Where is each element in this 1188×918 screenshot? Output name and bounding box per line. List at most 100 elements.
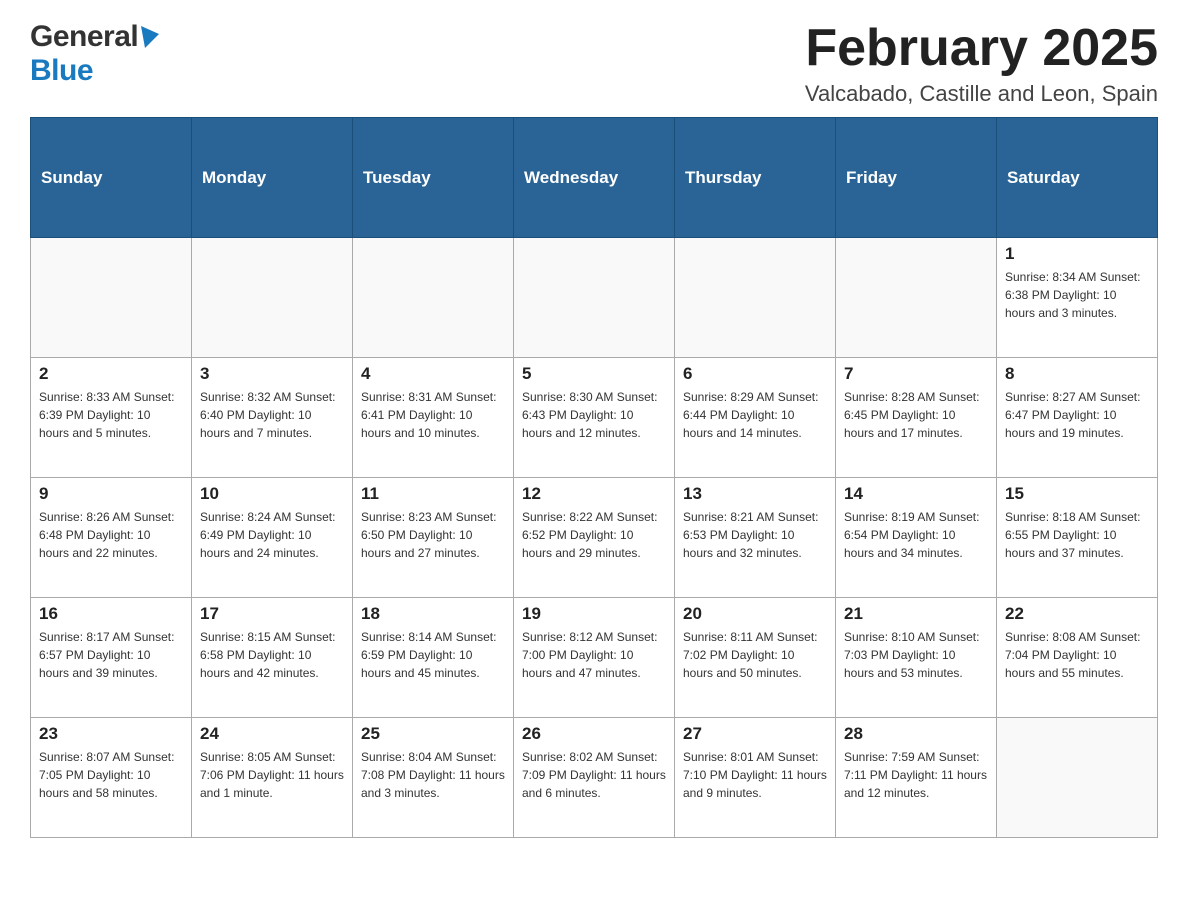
day-info: Sunrise: 8:04 AM Sunset: 7:08 PM Dayligh… <box>361 748 505 802</box>
calendar-cell-w4-d4: 27 Sunrise: 8:01 AM Sunset: 7:10 PM Dayli… <box>675 718 836 838</box>
day-number: 17 <box>200 604 344 624</box>
calendar-subtitle: Valcabado, Castille and Leon, Spain <box>805 81 1158 107</box>
day-number: 15 <box>1005 484 1149 504</box>
day-number: 12 <box>522 484 666 504</box>
day-number: 22 <box>1005 604 1149 624</box>
logo-blue-text: Blue <box>30 54 93 87</box>
day-number: 2 <box>39 364 183 384</box>
calendar-cell-w4-d5: 28Sunrise: 7:59 AM Sunset: 7:11 PM Dayli… <box>836 718 997 838</box>
day-number: 5 <box>522 364 666 384</box>
calendar-cell-w1-d6: 8 Sunrise: 8:27 AM Sunset: 6:47 PM Daylig… <box>997 358 1158 478</box>
day-number: 27 <box>683 724 827 744</box>
calendar-cell-w4-d0: 23 Sunrise: 8:07 AM Sunset: 7:05 PM Dayli… <box>31 718 192 838</box>
day-info: Sunrise: 8:02 AM Sunset: 7:09 PM Dayligh… <box>522 748 666 802</box>
day-info: Sunrise: 8:21 AM Sunset: 6:53 PM Dayligh… <box>683 508 827 562</box>
day-info: Sunrise: 8:31 AM Sunset: 6:41 PM Dayligh… <box>361 388 505 442</box>
logo: General Blue <box>30 20 159 88</box>
calendar-cell-w1-d0: 2 Sunrise: 8:33 AM Sunset: 6:39 PM Daylig… <box>31 358 192 478</box>
calendar-cell-w3-d4: 20 Sunrise: 8:11 AM Sunset: 7:02 PM Dayli… <box>675 598 836 718</box>
day-number: 14 <box>844 484 988 504</box>
calendar-cell-w3-d0: 16Sunrise: 8:17 AM Sunset: 6:57 PM Dayli… <box>31 598 192 718</box>
day-number: 18 <box>361 604 505 624</box>
day-number: 8 <box>1005 364 1149 384</box>
calendar-cell-w0-d3 <box>514 238 675 358</box>
calendar-cell-w0-d6: 1 Sunrise: 8:34 AM Sunset: 6:38 PM Daylig… <box>997 238 1158 358</box>
calendar-cell-w2-d3: 12 Sunrise: 8:22 AM Sunset: 6:52 PM Dayli… <box>514 478 675 598</box>
calendar-cell-w4-d2: 25 Sunrise: 8:04 AM Sunset: 7:08 PM Dayli… <box>353 718 514 838</box>
calendar-cell-w3-d3: 19 Sunrise: 8:12 AM Sunset: 7:00 PM Dayli… <box>514 598 675 718</box>
calendar-cell-w0-d1 <box>192 238 353 358</box>
day-number: 20 <box>683 604 827 624</box>
day-info: Sunrise: 8:24 AM Sunset: 6:49 PM Dayligh… <box>200 508 344 562</box>
day-number: 9 <box>39 484 183 504</box>
day-info: Sunrise: 8:08 AM Sunset: 7:04 PM Dayligh… <box>1005 628 1149 682</box>
day-info: Sunrise: 8:30 AM Sunset: 6:43 PM Dayligh… <box>522 388 666 442</box>
day-info: Sunrise: 8:07 AM Sunset: 7:05 PM Dayligh… <box>39 748 183 802</box>
calendar-cell-w2-d5: 14 Sunrise: 8:19 AM Sunset: 6:54 PM Dayli… <box>836 478 997 598</box>
day-info: Sunrise: 8:19 AM Sunset: 6:54 PM Dayligh… <box>844 508 988 562</box>
calendar-cell-w4-d1: 24 Sunrise: 8:05 AM Sunset: 7:06 PM Dayli… <box>192 718 353 838</box>
day-number: 19 <box>522 604 666 624</box>
header-thursday: Thursday <box>675 118 836 238</box>
calendar-title: February 2025 <box>805 20 1158 77</box>
day-number: 24 <box>200 724 344 744</box>
day-number: 21 <box>844 604 988 624</box>
day-info: Sunrise: 8:34 AM Sunset: 6:38 PM Dayligh… <box>1005 268 1149 322</box>
header-saturday: Saturday <box>997 118 1158 238</box>
title-block: February 2025 Valcabado, Castille and Le… <box>805 20 1158 107</box>
calendar-cell-w0-d5 <box>836 238 997 358</box>
week-row-3: 16Sunrise: 8:17 AM Sunset: 6:57 PM Dayli… <box>31 598 1158 718</box>
header-friday: Friday <box>836 118 997 238</box>
day-info: Sunrise: 8:33 AM Sunset: 6:39 PM Dayligh… <box>39 388 183 442</box>
day-info: Sunrise: 8:18 AM Sunset: 6:55 PM Dayligh… <box>1005 508 1149 562</box>
calendar-cell-w0-d4 <box>675 238 836 358</box>
day-number: 13 <box>683 484 827 504</box>
day-number: 7 <box>844 364 988 384</box>
day-info: Sunrise: 8:27 AM Sunset: 6:47 PM Dayligh… <box>1005 388 1149 442</box>
logo-triangle-icon <box>139 26 159 48</box>
day-number: 1 <box>1005 244 1149 264</box>
day-info: Sunrise: 8:10 AM Sunset: 7:03 PM Dayligh… <box>844 628 988 682</box>
calendar-cell-w1-d4: 6Sunrise: 8:29 AM Sunset: 6:44 PM Daylig… <box>675 358 836 478</box>
day-number: 11 <box>361 484 505 504</box>
calendar-cell-w3-d5: 21 Sunrise: 8:10 AM Sunset: 7:03 PM Dayli… <box>836 598 997 718</box>
calendar-cell-w3-d2: 18Sunrise: 8:14 AM Sunset: 6:59 PM Dayli… <box>353 598 514 718</box>
day-info: Sunrise: 8:22 AM Sunset: 6:52 PM Dayligh… <box>522 508 666 562</box>
page-header: General Blue February 2025 Valcabado, Ca… <box>30 20 1158 107</box>
day-info: Sunrise: 8:12 AM Sunset: 7:00 PM Dayligh… <box>522 628 666 682</box>
header-monday: Monday <box>192 118 353 238</box>
calendar-cell-w2-d6: 15 Sunrise: 8:18 AM Sunset: 6:55 PM Dayli… <box>997 478 1158 598</box>
day-number: 26 <box>522 724 666 744</box>
header-tuesday: Tuesday <box>353 118 514 238</box>
calendar-cell-w1-d3: 5 Sunrise: 8:30 AM Sunset: 6:43 PM Daylig… <box>514 358 675 478</box>
day-number: 16 <box>39 604 183 624</box>
day-info: Sunrise: 7:59 AM Sunset: 7:11 PM Dayligh… <box>844 748 988 802</box>
week-row-0: 1 Sunrise: 8:34 AM Sunset: 6:38 PM Daylig… <box>31 238 1158 358</box>
calendar-cell-w2-d2: 11 Sunrise: 8:23 AM Sunset: 6:50 PM Dayli… <box>353 478 514 598</box>
day-info: Sunrise: 8:28 AM Sunset: 6:45 PM Dayligh… <box>844 388 988 442</box>
day-info: Sunrise: 8:32 AM Sunset: 6:40 PM Dayligh… <box>200 388 344 442</box>
calendar-cell-w2-d1: 10Sunrise: 8:24 AM Sunset: 6:49 PM Dayli… <box>192 478 353 598</box>
day-info: Sunrise: 8:15 AM Sunset: 6:58 PM Dayligh… <box>200 628 344 682</box>
day-info: Sunrise: 8:11 AM Sunset: 7:02 PM Dayligh… <box>683 628 827 682</box>
header-wednesday: Wednesday <box>514 118 675 238</box>
day-info: Sunrise: 8:26 AM Sunset: 6:48 PM Dayligh… <box>39 508 183 562</box>
day-info: Sunrise: 8:01 AM Sunset: 7:10 PM Dayligh… <box>683 748 827 802</box>
calendar-cell-w2-d4: 13 Sunrise: 8:21 AM Sunset: 6:53 PM Dayli… <box>675 478 836 598</box>
day-info: Sunrise: 8:23 AM Sunset: 6:50 PM Dayligh… <box>361 508 505 562</box>
week-row-2: 9 Sunrise: 8:26 AM Sunset: 6:48 PM Daylig… <box>31 478 1158 598</box>
calendar-cell-w1-d1: 3 Sunrise: 8:32 AM Sunset: 6:40 PM Daylig… <box>192 358 353 478</box>
calendar-cell-w4-d3: 26 Sunrise: 8:02 AM Sunset: 7:09 PM Dayli… <box>514 718 675 838</box>
day-number: 3 <box>200 364 344 384</box>
day-number: 23 <box>39 724 183 744</box>
week-row-4: 23 Sunrise: 8:07 AM Sunset: 7:05 PM Dayli… <box>31 718 1158 838</box>
weekday-header-row: Sunday Monday Tuesday Wednesday Thursday… <box>31 118 1158 238</box>
logo-general-text: General <box>30 20 138 54</box>
calendar-cell-w4-d6 <box>997 718 1158 838</box>
day-number: 25 <box>361 724 505 744</box>
calendar-cell-w0-d2 <box>353 238 514 358</box>
day-info: Sunrise: 8:05 AM Sunset: 7:06 PM Dayligh… <box>200 748 344 802</box>
day-number: 4 <box>361 364 505 384</box>
day-info: Sunrise: 8:29 AM Sunset: 6:44 PM Dayligh… <box>683 388 827 442</box>
header-sunday: Sunday <box>31 118 192 238</box>
